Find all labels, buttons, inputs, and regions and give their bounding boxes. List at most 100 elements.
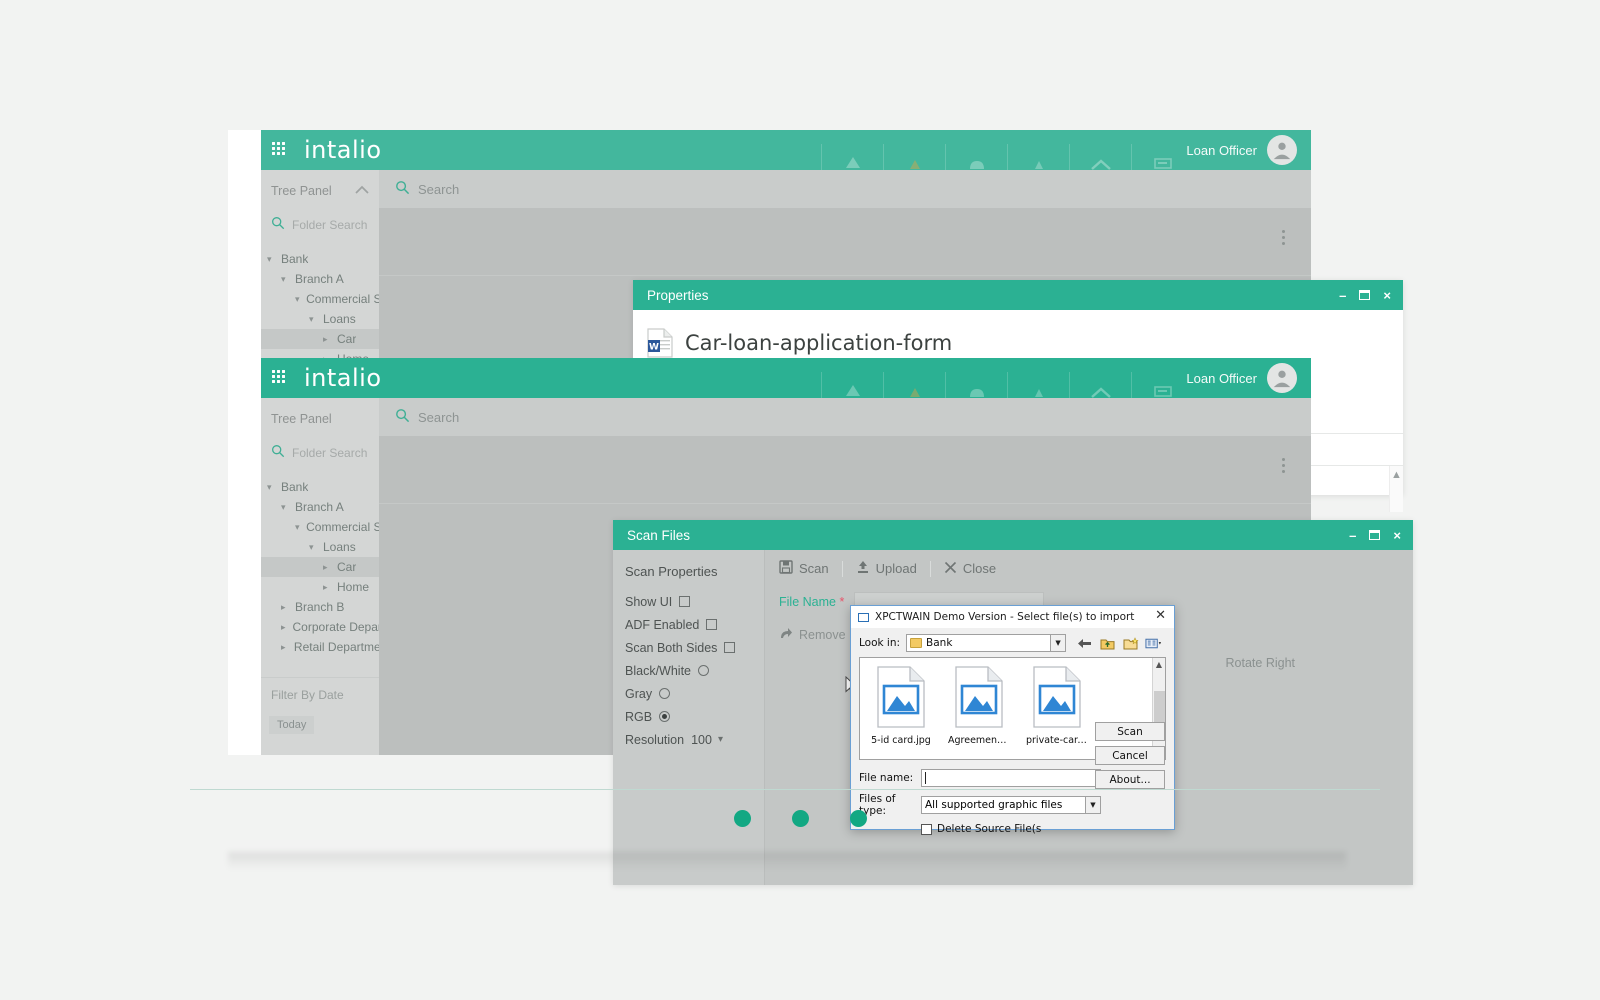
tree-node-loans[interactable]: ▾ Loans: [261, 537, 379, 557]
user-avatar-icon[interactable]: [1267, 363, 1297, 393]
about-dialog-button[interactable]: About...: [1095, 770, 1165, 789]
tree-panel-header[interactable]: Tree Panel: [261, 170, 379, 210]
tree-node-corporate-department[interactable]: ▸ Corporate Department: [261, 617, 379, 637]
gray-radio-row[interactable]: Gray: [625, 682, 764, 705]
tree-node-retail-department[interactable]: ▸ Retail Department: [261, 637, 379, 657]
brand-logo: intalio: [304, 364, 382, 392]
properties-scrollbar[interactable]: ▲: [1389, 466, 1403, 512]
maximize-button[interactable]: [1369, 530, 1381, 540]
minimize-button[interactable]: –: [1349, 529, 1356, 542]
chevron-up-icon[interactable]: ▲: [1391, 469, 1402, 481]
carousel-dot-3[interactable]: [849, 810, 867, 827]
chevron-down-icon: ▾: [295, 293, 300, 304]
twain-title-bar[interactable]: XPCTWAIN Demo Version - Select file(s) t…: [851, 606, 1174, 628]
file-item[interactable]: private-car-sale-...: [1026, 666, 1088, 759]
chevron-up-icon[interactable]: ▲: [1156, 658, 1162, 671]
resolution-label: Resolution: [625, 732, 685, 747]
app-header-lower: intalio Loan Officer: [261, 358, 1311, 398]
chevron-down-icon: ▾: [295, 521, 300, 532]
close-icon[interactable]: ✕: [1155, 609, 1166, 623]
show-ui-checkbox-row[interactable]: Show UI: [625, 590, 764, 613]
file-item[interactable]: Agreement.jpg: [948, 666, 1010, 759]
properties-title-bar[interactable]: Properties – ×: [633, 280, 1403, 310]
look-in-combo[interactable]: Bank ▼: [906, 634, 1067, 652]
global-search-placeholder: Search: [418, 181, 460, 197]
rgb-radio-row[interactable]: RGB: [625, 705, 764, 728]
scan-files-window-title: Scan Files: [627, 527, 691, 543]
tree-node-commercial-service[interactable]: ▾ Commercial Service: [261, 289, 379, 309]
twain-file-name-input[interactable]: [921, 769, 1101, 787]
scan-button[interactable]: Scan: [779, 560, 842, 577]
show-ui-checkbox[interactable]: [679, 596, 691, 607]
cancel-dialog-button[interactable]: Cancel: [1095, 746, 1165, 765]
scan-icon: [779, 560, 793, 577]
tree-node-label: Commercial Service: [306, 520, 379, 534]
twain-file-name-label: File name:: [859, 772, 914, 784]
tree-node-branch-b[interactable]: ▸ Branch B: [261, 597, 379, 617]
tree-node-car[interactable]: ▸ Car: [261, 329, 379, 349]
resolution-value: 100: [691, 732, 712, 747]
up-folder-icon[interactable]: [1099, 635, 1116, 651]
tree-node-loans[interactable]: ▾ Loans: [261, 309, 379, 329]
carousel-dot-1[interactable]: [733, 810, 751, 827]
toolbar-icon-drop: [1007, 372, 1069, 398]
user-avatar-icon[interactable]: [1267, 135, 1297, 165]
twain-file-list[interactable]: 5-id card.jpg Agreement.jpg: [859, 657, 1166, 760]
global-search-input-upper[interactable]: Search: [379, 170, 1311, 208]
toolbar-icon-drop: [1007, 144, 1069, 170]
image-file-icon: [875, 666, 927, 732]
minimize-button[interactable]: –: [1339, 289, 1346, 302]
chevron-down-icon[interactable]: ▼: [1050, 635, 1066, 651]
scan-files-title-bar[interactable]: Scan Files – ×: [613, 520, 1413, 550]
tree-node-car[interactable]: ▸ Car: [261, 557, 379, 577]
tree-node-label: Commercial Service: [306, 292, 379, 306]
tree-panel-header-lower[interactable]: Tree Panel: [261, 398, 379, 438]
file-list-scrollbar[interactable]: ▲ ▼: [1152, 658, 1165, 759]
folder-search-input-lower[interactable]: Folder Search: [261, 438, 379, 473]
scan-dialog-button[interactable]: Scan: [1095, 722, 1165, 741]
look-in-row: Look in: Bank ▼: [851, 628, 1174, 657]
remove-button[interactable]: Remove: [779, 627, 859, 643]
tree-node-commercial-service[interactable]: ▾ Commercial Service: [261, 517, 379, 537]
tree-node-branch-a[interactable]: ▾ Branch A: [261, 269, 379, 289]
tree-node-home[interactable]: ▸ Home: [261, 577, 379, 597]
close-button[interactable]: ×: [1383, 289, 1391, 302]
tree-node-bank[interactable]: ▾ Bank: [261, 249, 379, 269]
adf-enabled-checkbox[interactable]: [706, 619, 718, 630]
adf-enabled-checkbox-row[interactable]: ADF Enabled: [625, 613, 764, 636]
more-vertical-icon[interactable]: [1282, 458, 1285, 473]
apps-grid-icon[interactable]: [272, 370, 288, 386]
global-search-input-lower[interactable]: Search: [379, 398, 1311, 436]
black-white-radio-row[interactable]: Black/White: [625, 659, 764, 682]
resolution-select[interactable]: 100 ▾: [691, 733, 723, 747]
tree-panel-sidebar-lower: Tree Panel Folder Search ▾ Bank ▾ Branch…: [261, 398, 379, 755]
close-button[interactable]: ×: [1393, 529, 1401, 542]
document-title: Car-loan-application-form: [685, 331, 953, 355]
apps-grid-icon[interactable]: [272, 142, 288, 158]
upload-button[interactable]: Upload: [856, 560, 930, 577]
back-arrow-icon[interactable]: [1076, 635, 1093, 651]
image-file-icon: [1031, 666, 1083, 732]
carousel-dot-2[interactable]: [791, 810, 809, 827]
tree-node-label: Bank: [281, 252, 309, 266]
file-item[interactable]: 5-id card.jpg: [870, 666, 932, 759]
scan-both-sides-checkbox[interactable]: [724, 642, 736, 653]
new-folder-icon[interactable]: [1122, 635, 1139, 651]
more-vertical-icon[interactable]: [1282, 230, 1285, 245]
views-icon[interactable]: [1145, 635, 1162, 651]
black-white-radio[interactable]: [698, 665, 709, 676]
close-button-scan[interactable]: Close: [944, 561, 1009, 577]
scan-both-sides-checkbox-row[interactable]: Scan Both Sides: [625, 636, 764, 659]
rotate-right-label[interactable]: Rotate Right: [1226, 656, 1295, 670]
gray-radio[interactable]: [659, 688, 671, 699]
chevron-up-icon[interactable]: [355, 185, 369, 197]
resolution-row[interactable]: Resolution 100 ▾: [625, 728, 764, 751]
filter-today-chip[interactable]: Today: [269, 716, 315, 734]
upload-label: Upload: [875, 561, 917, 576]
maximize-button[interactable]: [1359, 290, 1371, 300]
toolbar-icon-cloud: [945, 144, 1007, 170]
tree-node-bank[interactable]: ▾ Bank: [261, 477, 379, 497]
rgb-radio[interactable]: [659, 711, 671, 722]
tree-node-branch-a[interactable]: ▾ Branch A: [261, 497, 379, 517]
folder-search-input[interactable]: Folder Search: [261, 210, 379, 245]
